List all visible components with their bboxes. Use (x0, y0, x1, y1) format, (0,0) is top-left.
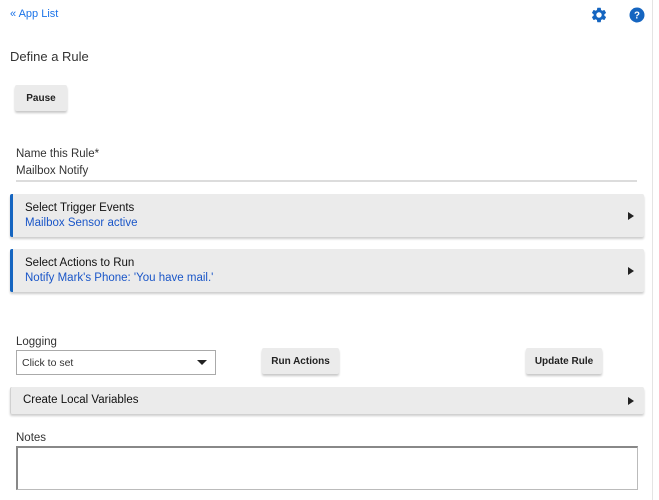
run-actions-button[interactable]: Run Actions (262, 348, 339, 374)
help-icon[interactable]: ? (628, 6, 646, 24)
select-trigger-events-panel[interactable]: Select Trigger Events Mailbox Sensor act… (10, 194, 644, 237)
notes-label: Notes (16, 432, 47, 444)
app-list-link[interactable]: « App List (10, 8, 58, 20)
page-title: Define a Rule (10, 49, 89, 64)
logging-select[interactable]: Click to set (16, 350, 216, 375)
select-actions-panel[interactable]: Select Actions to Run Notify Mark's Phon… (10, 249, 644, 292)
pause-button[interactable]: Pause (15, 85, 67, 111)
local-variables-title: Create Local Variables (23, 394, 139, 406)
actions-panel-summary: Notify Mark's Phone: 'You have mail.' (25, 272, 214, 284)
dropdown-caret-icon (197, 360, 207, 365)
expand-arrow-icon (628, 396, 634, 405)
logging-label: Logging (16, 336, 57, 348)
rule-name-input[interactable]: Mailbox Notify (16, 165, 88, 177)
actions-panel-title: Select Actions to Run (25, 257, 135, 269)
trigger-panel-title: Select Trigger Events (25, 202, 135, 214)
svg-text:?: ? (634, 10, 640, 21)
expand-arrow-icon (628, 266, 634, 275)
page-right-border (652, 0, 653, 500)
gear-icon[interactable] (590, 6, 608, 24)
trigger-panel-summary: Mailbox Sensor active (25, 217, 138, 229)
expand-arrow-icon (628, 211, 634, 220)
notes-textarea[interactable] (16, 446, 638, 490)
rule-name-underline (16, 180, 637, 182)
create-local-variables-panel[interactable]: Create Local Variables (10, 387, 644, 414)
update-rule-button[interactable]: Update Rule (526, 348, 602, 374)
logging-selected-value: Click to set (22, 356, 74, 369)
rule-name-label: Name this Rule* (16, 148, 100, 160)
